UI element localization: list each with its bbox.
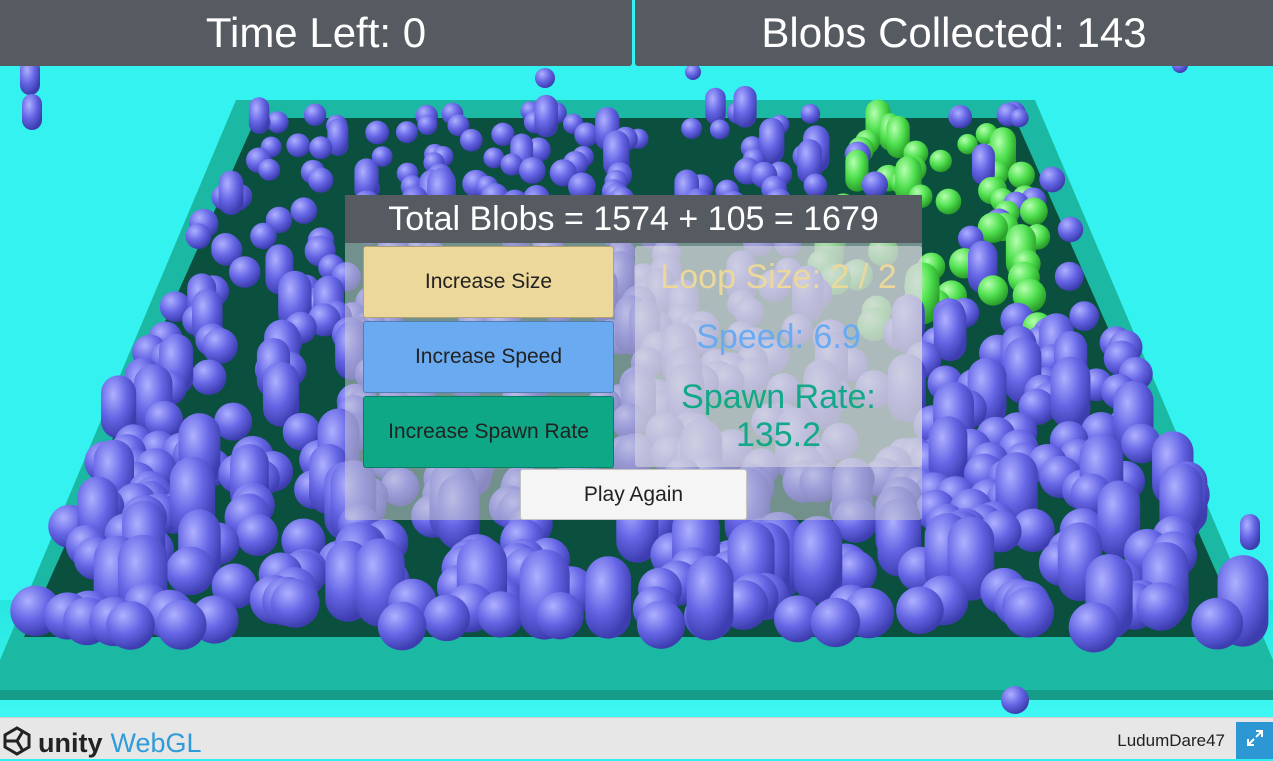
purple-blob: [1240, 514, 1260, 550]
purple-blob: [1010, 108, 1029, 128]
purple-blob: [166, 546, 215, 596]
purple-blob: [733, 85, 757, 128]
purple-blob: [950, 106, 973, 128]
stats-box: Loop Size: 2 / 2 Speed: 6.9 Spawn Rate: …: [635, 246, 922, 467]
purple-blob: [185, 223, 212, 249]
purple-blob: [202, 328, 238, 364]
blobs-collected-text: Blobs Collected: 143: [761, 9, 1147, 56]
green-blob: [1019, 197, 1048, 226]
purple-blob: [800, 103, 821, 124]
purple-blob: [1003, 586, 1055, 638]
purple-blob: [1191, 597, 1244, 650]
purple-blob: [1136, 582, 1186, 631]
purple-blob: [534, 94, 558, 138]
time-left-text: Time Left: 0: [205, 9, 427, 56]
purple-blob: [861, 171, 889, 198]
purple-blob: [810, 597, 861, 648]
purple-blob: [709, 119, 730, 140]
webgl-footer: unity WebGL LudumDare47: [0, 717, 1273, 759]
purple-blob: [1068, 602, 1120, 653]
purple-blob: [423, 594, 470, 642]
purple-blob: [1069, 301, 1100, 331]
purple-blob: [191, 359, 227, 395]
purple-blob: [686, 555, 734, 640]
purple-blob: [303, 103, 327, 126]
build-title: LudumDare47: [1117, 731, 1225, 750]
webgl-wordmark: WebGL: [110, 728, 202, 758]
time-left-display: Time Left: 0: [0, 0, 632, 66]
purple-blob: [290, 197, 318, 224]
purple-blob: [536, 592, 584, 640]
increase-spawn-rate-button[interactable]: Increase Spawn Rate: [363, 396, 614, 468]
purple-blob: [229, 256, 261, 288]
purple-blob: [248, 97, 270, 134]
purple-blob: [377, 601, 427, 651]
purple-blob: [685, 64, 701, 80]
purple-blob: [793, 516, 843, 604]
purple-blob: [22, 94, 42, 130]
unity-wordmark: unity: [38, 728, 103, 758]
purple-blob: [574, 122, 599, 147]
increase-speed-button[interactable]: Increase Speed: [363, 321, 614, 393]
spawn-rate-label: Spawn Rate:: [681, 378, 876, 416]
purple-blob: [1054, 261, 1084, 291]
purple-blob: [681, 117, 703, 139]
increase-size-button[interactable]: Increase Size: [363, 246, 614, 318]
purple-blob: [218, 170, 244, 215]
purple-blob: [417, 114, 438, 135]
total-blobs-title: Total Blobs = 1574 + 105 = 1679: [345, 195, 922, 243]
unity-webgl-logo: unity WebGL: [2, 726, 202, 761]
green-blob: [977, 275, 1009, 306]
spawn-rate-value: 135.2: [735, 416, 822, 454]
purple-blob: [258, 158, 281, 181]
purple-blob: [308, 167, 334, 193]
purple-blob: [459, 128, 483, 152]
purple-blob: [250, 222, 277, 250]
fullscreen-icon: [1245, 728, 1265, 753]
purple-blob: [518, 157, 546, 184]
purple-blob: [395, 121, 418, 144]
speed-stat: Speed: 6.9: [696, 318, 861, 356]
purple-blob: [585, 556, 632, 639]
purple-blob: [803, 173, 828, 198]
purple-blob: [270, 578, 320, 628]
purple-blob: [535, 68, 555, 88]
green-blob: [929, 149, 952, 173]
purple-blob: [1057, 216, 1084, 243]
play-again-button[interactable]: Play Again: [520, 469, 747, 520]
unity-logo-icon: [2, 726, 32, 761]
purple-blob: [637, 600, 686, 649]
upgrade-panel: Total Blobs = 1574 + 105 = 1679 Increase…: [345, 195, 922, 520]
purple-blob: [286, 133, 311, 158]
green-blob: [1008, 161, 1035, 189]
purple-blob: [309, 136, 333, 160]
loop-size-stat: Loop Size: 2 / 2: [660, 258, 897, 296]
purple-blob: [896, 586, 944, 635]
purple-blob: [1001, 686, 1029, 714]
purple-blob: [705, 87, 726, 125]
purple-blob: [106, 601, 155, 650]
purple-blob: [1039, 166, 1066, 193]
spawn-rate-stat: Spawn Rate: 135.2: [635, 378, 922, 454]
blobs-collected-display: Blobs Collected: 143: [635, 0, 1273, 66]
purple-blob: [156, 599, 207, 650]
game-canvas[interactable]: Time Left: 0 Blobs Collected: 143 Total …: [0, 0, 1273, 717]
purple-blob: [365, 120, 390, 145]
green-blob: [935, 188, 962, 215]
purple-blob: [1050, 356, 1091, 429]
purple-blob: [477, 591, 524, 638]
fullscreen-button[interactable]: [1236, 722, 1273, 759]
purple-blob: [236, 513, 279, 556]
